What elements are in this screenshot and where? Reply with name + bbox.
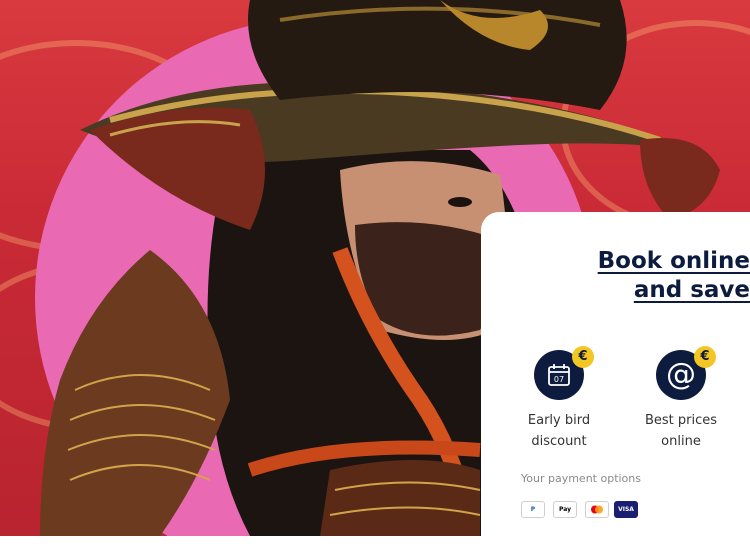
feature-label-line1: Early bird bbox=[527, 413, 591, 428]
euro-badge-icon: € bbox=[694, 346, 716, 368]
calendar-icon: 07 € bbox=[534, 346, 594, 400]
feature-label-line1: Best prices bbox=[644, 413, 718, 428]
feature-early-bird: 07 € Early bird discount bbox=[499, 346, 619, 452]
apple-pay-icon: Pay bbox=[553, 501, 577, 518]
feature-label-line2: online bbox=[661, 434, 701, 449]
euro-badge-icon: € bbox=[572, 346, 594, 368]
feature-label-line2: discount bbox=[531, 434, 587, 449]
apple-pay-glyph: Pay bbox=[558, 506, 571, 513]
feature-best-prices: @ € Best prices online bbox=[621, 346, 741, 452]
feature-label: Early bird discount bbox=[499, 410, 619, 452]
paypal-glyph: P bbox=[530, 506, 536, 513]
title-line-2: and save bbox=[633, 277, 750, 303]
title-line-1: Book online bbox=[597, 248, 750, 274]
visa-glyph: VISA bbox=[618, 506, 634, 513]
visa-icon: VISA bbox=[614, 501, 638, 518]
feature-label: Best prices online bbox=[621, 410, 741, 452]
calendar-glyph: 07 bbox=[548, 364, 570, 386]
at-symbol: @ bbox=[666, 357, 696, 392]
calendar-day: 07 bbox=[554, 375, 564, 384]
at-sign-icon: @ € bbox=[656, 346, 716, 400]
paypal-icon: P bbox=[521, 501, 545, 518]
book-online-link[interactable]: Book online and save bbox=[590, 247, 750, 305]
mastercard-glyph bbox=[591, 505, 603, 514]
payment-options-label: Your payment options bbox=[521, 472, 641, 485]
mastercard-icon bbox=[585, 501, 609, 518]
